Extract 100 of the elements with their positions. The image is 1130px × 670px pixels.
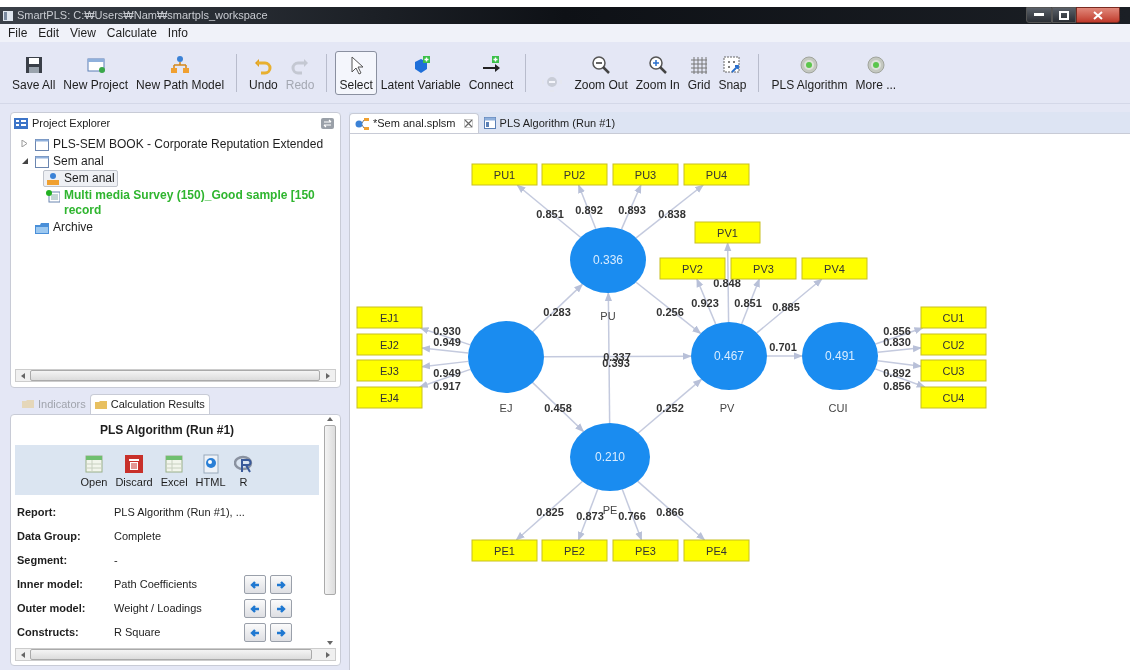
spreadsheet-icon xyxy=(83,453,104,474)
loading-value: 0.766 xyxy=(618,510,646,522)
toolbar-button[interactable]: Snap xyxy=(714,50,751,95)
toolbar-button[interactable]: Zoom Out xyxy=(570,50,632,95)
minimize-button[interactable] xyxy=(1026,7,1052,23)
scroll-up-icon[interactable] xyxy=(327,417,333,421)
maximize-icon xyxy=(1059,10,1069,20)
field-label: Segment: xyxy=(17,553,69,569)
tree-item[interactable]: PLS-SEM BOOK - Corporate Reputation Extended xyxy=(32,136,327,153)
scroll-thumb[interactable] xyxy=(30,370,320,381)
path-coefficient: 0.252 xyxy=(656,402,684,414)
indicator-box: PV1 xyxy=(694,221,761,244)
table-window-icon xyxy=(483,117,496,129)
field-label: Data Group: xyxy=(17,529,82,545)
path-coefficient: 0.256 xyxy=(656,306,684,318)
toolbar-button[interactable]: Grid xyxy=(683,50,715,95)
zoom-out-icon xyxy=(591,54,612,75)
results-title: PLS Algorithm (Run #1) xyxy=(98,422,236,439)
field-label: Outer model: xyxy=(17,601,87,617)
editor-tab[interactable]: *Sem anal.splsm xyxy=(349,113,479,133)
grid-icon xyxy=(689,54,710,75)
editor-tab[interactable]: PLS Algorithm (Run #1) xyxy=(478,113,621,133)
menu-item[interactable]: Calculate xyxy=(106,24,157,42)
scroll-thumb[interactable] xyxy=(324,425,336,595)
left-arrow-icon xyxy=(249,627,261,638)
field-value: R Square xyxy=(114,625,162,641)
toolbar-button[interactable]: PLS Algorithm xyxy=(767,50,852,95)
path-arrow xyxy=(531,381,585,433)
scroll-left-icon[interactable] xyxy=(21,372,25,379)
menu-item[interactable]: Info xyxy=(167,24,188,42)
horizontal-scrollbar[interactable] xyxy=(15,648,336,661)
previous-button[interactable] xyxy=(244,623,266,642)
toolbar-button[interactable]: Latent Variable xyxy=(376,50,465,95)
indicator-box: PV4 xyxy=(801,257,868,280)
previous-button[interactable] xyxy=(244,575,266,594)
collapse-arrow-icon[interactable] xyxy=(21,157,28,164)
path-arrow xyxy=(766,352,803,360)
action-button[interactable]: Open xyxy=(78,453,110,489)
action-button[interactable]: Excel xyxy=(158,453,190,489)
path-arrow xyxy=(532,283,584,333)
indicator-box: PV3 xyxy=(730,257,797,280)
project-icon xyxy=(35,155,49,169)
toolbar-button[interactable]: Undo xyxy=(245,50,282,95)
field-value: Complete xyxy=(114,529,163,545)
right-arrow-icon xyxy=(275,603,287,614)
snap-icon xyxy=(722,54,743,75)
close-button[interactable] xyxy=(1076,7,1120,23)
close-icon[interactable] xyxy=(463,119,473,128)
field-label: Inner model: xyxy=(17,577,84,593)
indicator-box: PE2 xyxy=(541,539,608,562)
indicator-box: PU3 xyxy=(612,163,679,186)
spreadsheet-icon xyxy=(164,453,185,474)
window-title: SmartPLS: C:₩Users₩Nam₩smartpls_workspace xyxy=(17,8,268,24)
loading-value: 0.893 xyxy=(618,204,646,216)
loading-value: 0.873 xyxy=(576,510,604,522)
loading-value: 0.930 xyxy=(433,325,461,337)
panel-title: Project Explorer xyxy=(32,115,111,131)
next-button[interactable] xyxy=(270,575,292,594)
tree-item[interactable]: Sem anal xyxy=(43,170,118,187)
indicator-box: PU1 xyxy=(471,163,538,186)
toolbar-button[interactable]: New Project xyxy=(59,50,133,95)
tree-item[interactable]: Archive xyxy=(32,219,96,236)
folder-icon xyxy=(22,400,34,408)
previous-button[interactable] xyxy=(244,599,266,618)
toolbar-button[interactable]: More ... xyxy=(851,50,901,95)
tree-item[interactable]: Sem anal xyxy=(32,153,107,170)
menu-item[interactable]: View xyxy=(70,24,96,42)
menu-item[interactable]: Edit xyxy=(38,24,60,42)
next-button[interactable] xyxy=(270,623,292,642)
indicator-box: PE3 xyxy=(612,539,679,562)
path-coefficient: 0.458 xyxy=(544,402,572,414)
toolbar-button[interactable]: New Path Model xyxy=(132,50,229,95)
scroll-left-icon[interactable] xyxy=(21,651,25,658)
toolbar-button[interactable]: Connect xyxy=(464,50,518,95)
loading-value: 0.851 xyxy=(734,297,762,309)
indicator-box: CU3 xyxy=(920,359,987,382)
next-button[interactable] xyxy=(270,599,292,618)
indicator-box: PU4 xyxy=(683,163,750,186)
construct-label: PV xyxy=(719,402,735,414)
toolbar-button[interactable]: Zoom In xyxy=(631,50,684,95)
sync-icon[interactable] xyxy=(321,117,334,129)
scroll-thumb[interactable] xyxy=(30,649,312,660)
field-value: PLS Algorithm (Run #1), ... xyxy=(114,505,244,521)
horizontal-scrollbar[interactable] xyxy=(15,369,336,382)
scroll-right-icon[interactable] xyxy=(326,651,330,658)
indicator-box: EJ4 xyxy=(356,386,423,409)
action-button[interactable]: R xyxy=(231,453,256,489)
scroll-down-icon[interactable] xyxy=(327,641,333,645)
indicator-box: EJ2 xyxy=(356,333,423,356)
menu-item[interactable]: File xyxy=(8,24,28,42)
action-button[interactable]: HTML xyxy=(193,453,228,489)
toolbar-button[interactable]: Select xyxy=(335,50,377,95)
panel-tab[interactable]: Calculation Results xyxy=(89,394,210,414)
maximize-button[interactable] xyxy=(1052,7,1076,23)
toolbar-button[interactable]: Save All xyxy=(8,50,60,95)
right-arrow-icon xyxy=(275,627,287,638)
folder-icon xyxy=(35,221,49,235)
action-button[interactable]: Discard xyxy=(113,453,155,489)
scroll-right-icon[interactable] xyxy=(326,372,330,379)
expand-arrow-icon[interactable] xyxy=(21,140,28,147)
